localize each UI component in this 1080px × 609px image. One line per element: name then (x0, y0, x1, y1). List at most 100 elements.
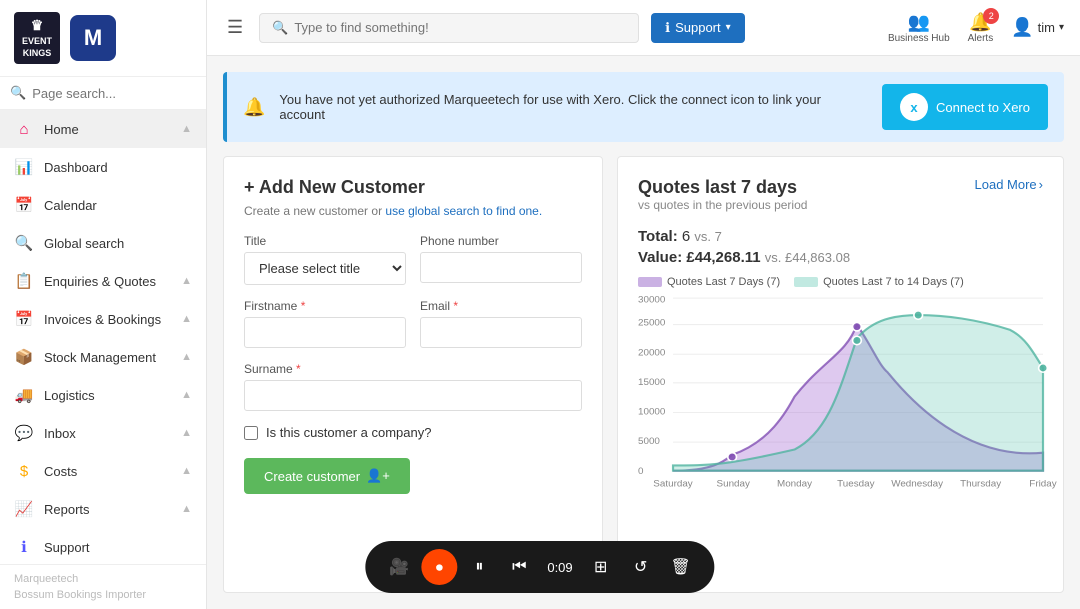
sidebar-item-reports[interactable]: 📈 Reports ▲ (0, 490, 206, 528)
trash-icon: 🗑 (671, 557, 691, 577)
create-customer-button[interactable]: Create customer 👤+ (244, 458, 410, 494)
form-group-surname: Surname * (244, 362, 582, 411)
value-amount: £44,268.11 (686, 249, 760, 266)
stock-chevron-icon: ▲ (181, 351, 192, 363)
camera-button[interactable]: 🎥 (381, 549, 417, 585)
surname-input[interactable] (244, 380, 582, 411)
create-customer-icon: 👤+ (366, 468, 390, 484)
pause-button[interactable]: ⏸ (461, 549, 497, 585)
sidebar-item-enquiries[interactable]: 📋 Enquiries & Quotes ▲ (0, 262, 206, 300)
svg-text:Thursday: Thursday (960, 479, 1001, 490)
business-hub-button[interactable]: 👥 Business Hub (888, 12, 950, 44)
sidebar-item-dashboard[interactable]: 📊 Dashboard (0, 148, 206, 186)
sidebar-item-costs[interactable]: $ Costs ▲ (0, 452, 206, 490)
sidebar-item-stock[interactable]: 📦 Stock Management ▲ (0, 338, 206, 376)
inbox-icon: 💬 (14, 423, 34, 443)
global-search-icon: 🔍 (14, 233, 34, 253)
quotes-header: Quotes last 7 days vs quotes in the prev… (638, 177, 1043, 224)
sidebar-item-support[interactable]: ℹ Support (0, 528, 206, 564)
page-search-input[interactable] (32, 86, 196, 101)
top-header: ☰ 🔍 ℹ Support ▾ 👥 Business Hub 🔔 2 Alert… (207, 0, 1080, 56)
enquiries-icon: 📋 (14, 271, 34, 291)
add-customer-title: + Add New Customer (244, 177, 582, 198)
svg-text:20000: 20000 (638, 347, 666, 358)
invoices-icon: 📅 (14, 309, 34, 329)
firstname-input[interactable] (244, 317, 406, 348)
content-area: 🔔 You have not yet authorized Marqueetec… (207, 56, 1080, 609)
record-button[interactable]: ⏺ (421, 549, 457, 585)
search-bar-icon: 🔍 (272, 20, 288, 36)
stock-icon: 📦 (14, 347, 34, 367)
quotes-stats: Total: 6 vs. 7 Value: £44,268.11 vs. £44… (638, 228, 1043, 266)
calendar-icon: 📅 (14, 195, 34, 215)
form-row-name-email: Firstname * Email * (244, 299, 582, 348)
quotes-panel: Quotes last 7 days vs quotes in the prev… (617, 156, 1064, 593)
svg-text:10000: 10000 (638, 407, 666, 418)
alerts-button[interactable]: 🔔 2 Alerts (968, 12, 994, 44)
playback-time: 0:09 (541, 560, 578, 575)
svg-text:0: 0 (638, 466, 644, 477)
surname-label: Surname * (244, 362, 582, 376)
chart-area: 0 5000 10000 15000 20000 25000 30000 (638, 296, 1043, 476)
home-label: Home (44, 122, 181, 137)
total-stat: Total: 6 vs. 7 (638, 228, 1043, 245)
business-hub-label: Business Hub (888, 33, 950, 44)
two-col-layout: + Add New Customer Create a new customer… (223, 156, 1064, 593)
pause-icon: ⏸ (475, 558, 483, 576)
svg-text:Sunday: Sunday (717, 479, 751, 490)
reports-chevron-icon: ▲ (181, 503, 192, 515)
quotes-svg-chart: 0 5000 10000 15000 20000 25000 30000 (638, 296, 1043, 476)
grid-button[interactable]: ⊞ (583, 549, 619, 585)
delete-button[interactable]: 🗑 (663, 549, 699, 585)
sidebar: ♛ EVENT KINGS M 🔍 ⌂ Home ▲ 📊 Dashboard 📅… (0, 0, 207, 609)
hamburger-button[interactable]: ☰ (223, 13, 247, 42)
footer-brand: Marqueetech (14, 573, 192, 585)
sidebar-item-home[interactable]: ⌂ Home ▲ (0, 110, 206, 148)
sidebar-item-logistics[interactable]: 🚚 Logistics ▲ (0, 376, 206, 414)
sidebar-item-inbox[interactable]: 💬 Inbox ▲ (0, 414, 206, 452)
nav-list: ⌂ Home ▲ 📊 Dashboard 📅 Calendar 🔍 Global… (0, 110, 206, 564)
sidebar-item-invoices[interactable]: 📅 Invoices & Bookings ▲ (0, 300, 206, 338)
subtitle-static: Create a new customer or (244, 204, 385, 218)
support-button[interactable]: ℹ Support ▾ (651, 13, 745, 43)
brand-area: ♛ EVENT KINGS M (0, 0, 206, 77)
load-more-arrow-icon: › (1039, 177, 1043, 192)
connect-to-xero-button[interactable]: x Connect to Xero (882, 84, 1048, 130)
sidebar-item-calendar[interactable]: 📅 Calendar (0, 186, 206, 224)
legend-current: Quotes Last 7 Days (7) (638, 276, 780, 288)
enquiries-chevron-icon: ▲ (181, 275, 192, 287)
bottom-toolbar: 🎥 ⏺ ⏸ ⏮ 0:09 ⊞ ↺ 🗑 (365, 541, 714, 593)
email-input[interactable] (420, 317, 582, 348)
search-bar-input[interactable] (294, 20, 626, 35)
crown-icon: ♛ (31, 16, 44, 34)
title-select[interactable]: Please select title Mr Mrs Ms Dr (244, 252, 406, 285)
legend-teal-swatch (794, 277, 818, 287)
form-row-title-phone: Title Please select title Mr Mrs Ms Dr P… (244, 234, 582, 285)
quotes-title-text: Quotes last 7 days (638, 177, 807, 198)
rewind-icon: ⏮ (512, 558, 526, 576)
xero-logo-text: x (910, 100, 917, 115)
svg-text:Monday: Monday (777, 479, 812, 490)
user-menu[interactable]: 👤 tim ▾ (1011, 17, 1064, 38)
value-vs: vs. £44,863.08 (765, 250, 850, 265)
user-name-label: tim (1038, 20, 1055, 35)
form-row-surname: Surname * (244, 362, 582, 411)
sidebar-item-global-search[interactable]: 🔍 Global search (0, 224, 206, 262)
inbox-label: Inbox (44, 426, 181, 441)
is-company-checkbox[interactable] (244, 426, 258, 440)
support-nav-label: Support (44, 540, 192, 555)
load-more-button[interactable]: Load More › (975, 177, 1044, 192)
undo-button[interactable]: ↺ (623, 549, 659, 585)
marqueetech-logo: M (70, 15, 116, 61)
record-icon: ⏺ (436, 559, 443, 576)
total-value: 6 (682, 228, 690, 245)
xero-bell-icon: 🔔 (243, 97, 265, 118)
phone-input[interactable] (420, 252, 582, 283)
xero-logo: x (900, 93, 928, 121)
svg-text:Friday: Friday (1029, 479, 1057, 490)
xero-connect-label: Connect to Xero (936, 100, 1030, 115)
total-vs: vs. 7 (694, 229, 721, 244)
legend-prev: Quotes Last 7 to 14 Days (7) (794, 276, 964, 288)
rewind-button[interactable]: ⏮ (501, 549, 537, 585)
global-search-link[interactable]: use global search to find one. (385, 204, 542, 218)
